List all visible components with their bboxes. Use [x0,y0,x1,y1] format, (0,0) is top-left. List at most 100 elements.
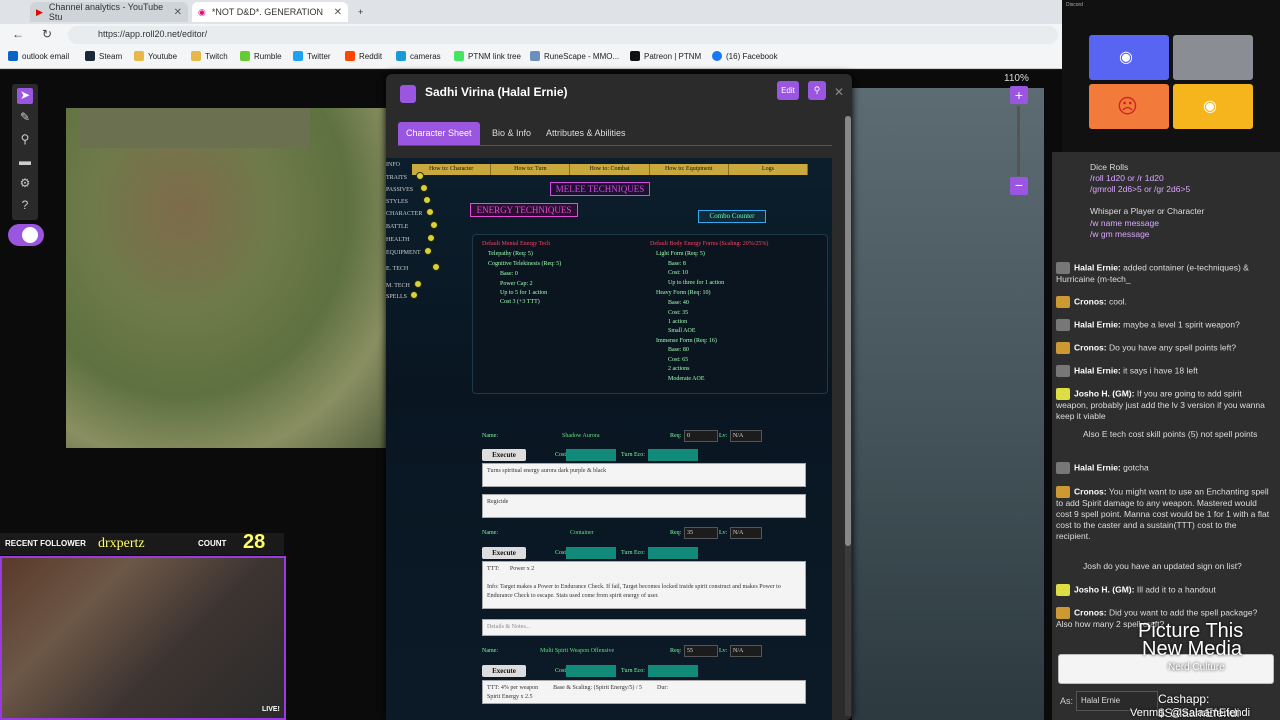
technique-actions: Execute Cost Turn Eco: [482,449,732,461]
technique-actions: Execute Cost Turn Eco: [482,547,732,559]
bookmark-twitter[interactable]: Twitter [293,51,331,61]
technique-description[interactable]: TTT: Power x 2 Info: Target makes a Powe… [482,561,806,609]
passives-dot-icon [420,184,428,192]
side-character[interactable]: CHARACTER [386,211,422,217]
bookmarks-bar: outlook email Steam Youtube Twitch Rumbl… [0,47,1062,69]
tab-character-sheet[interactable]: Character Sheet [398,122,480,145]
bookmark-rumble[interactable]: Rumble [240,51,282,61]
avatar [1056,262,1070,274]
edit-button[interactable]: Edit [777,81,799,100]
bookmark-steam[interactable]: Steam [85,51,122,61]
cost-field[interactable] [566,547,616,559]
help-dice-cmd: /roll 1d20 or /r 1d20 [1090,173,1164,183]
new-tab-button[interactable]: + [352,2,372,22]
zoom-tool-icon[interactable]: ⚲ [17,132,33,148]
world-map[interactable] [66,108,396,448]
technique-name[interactable]: Container [570,530,594,536]
close-icon[interactable]: ✕ [834,85,844,99]
recent-follower-name: drxpertz [98,536,145,551]
nav-combat[interactable]: How to: Combat [570,164,650,175]
back-icon[interactable]: ← [12,27,24,41]
bookmark-cameras[interactable]: cameras [396,51,441,61]
discord-label: Discord [1066,2,1083,8]
browser-tab-analytics[interactable]: ▶ Channel analytics - YouTube Stu ✕ [30,2,188,22]
select-tool-icon[interactable]: ➤ [17,88,33,104]
side-battle[interactable]: BATTLE [386,224,408,230]
side-info[interactable]: INFO [386,162,400,168]
combo-counter-button[interactable]: Combo Counter [698,210,766,223]
bookmark-runescape[interactable]: RuneScape - MMO... [530,51,619,61]
side-spells[interactable]: SPELLS [386,294,407,300]
lv-select[interactable]: N/A [730,527,762,539]
tab-bio-info[interactable]: Bio & Info [484,122,539,145]
bookmark-reddit[interactable]: Reddit [345,51,382,61]
bookmark-outlook[interactable]: outlook email [8,51,69,61]
execute-button[interactable]: Execute [482,547,526,559]
cost-field[interactable] [566,665,616,677]
side-etech[interactable]: E. TECH [386,266,408,272]
close-tab-icon[interactable]: ✕ [174,7,182,18]
url-field[interactable]: https://app.roll20.net/editor/ [68,26,1058,44]
zoom-out-button[interactable]: − [1010,177,1028,195]
side-health[interactable]: HEALTH [386,237,409,243]
body-line: 2 actions [668,366,690,372]
search-icon[interactable]: ⚲ [808,81,826,100]
technique-notes[interactable]: Details & Notes... [482,619,806,636]
dialog-tabs: Character Sheet Bio & Info Attributes & … [398,122,832,146]
help-icon[interactable]: ? [17,198,33,214]
side-equipment[interactable]: EQUIPMENT [386,250,421,256]
body-line: 1 action [668,319,688,325]
nav-turn[interactable]: How to: Turn [491,164,571,175]
map-mountains [80,108,310,148]
technique-description[interactable]: TTT: 4% per weapon Base & Scaling: (Spir… [482,680,806,704]
bookmark-patreon[interactable]: Patreon | PTNM [630,51,701,61]
mental-line: Telepathy (Req: 5) [488,251,533,257]
nav-character[interactable]: How to: Character [412,164,492,175]
zoom-in-button[interactable]: + [1010,86,1028,104]
lv-select[interactable]: N/A [730,645,762,657]
side-passives[interactable]: PASSIVES [386,187,413,193]
count-value: 28 [243,531,266,553]
nav-equipment[interactable]: How to: Equipment [650,164,729,175]
bookmark-linktree[interactable]: PTNM link tree [454,51,521,61]
technique-description[interactable]: Turns spiritual energy aurora dark purpl… [482,463,806,487]
technique-notes[interactable]: Regicide [482,494,806,518]
tab-attributes[interactable]: Attributes & Abilities [538,122,634,145]
side-styles[interactable]: STYLES [386,199,408,205]
nav-logs[interactable]: Logs [729,164,809,175]
body-line: Up to three for 1 action [668,280,725,286]
character-icon [400,85,416,103]
technique-name[interactable]: Multi Spirit Weapon Offensive [540,648,614,654]
bookmark-facebook[interactable]: (16) Facebook [712,51,778,61]
measure-tool-icon[interactable]: ▬ [17,154,33,170]
side-mtech[interactable]: M. TECH [386,283,410,289]
gear-icon[interactable]: ⚙ [17,176,33,192]
execute-button[interactable]: Execute [482,665,526,677]
execute-button[interactable]: Execute [482,449,526,461]
technique-row: Name: Shadow Aurora Req: 0 Lv: N/A [482,430,812,444]
bookmark-twitch[interactable]: Twitch [191,51,228,61]
browser-tab-roll20[interactable]: ◉ *NOT D&D*. GENERATION ✕ [192,2,348,22]
close-tab-icon[interactable]: ✕ [334,7,342,18]
melee-techniques-heading[interactable]: MELEE TECHNIQUES [550,182,650,196]
technique-name[interactable]: Shadow Aurora [562,433,600,439]
req-select[interactable]: 0 [684,430,718,442]
cost-field[interactable] [566,449,616,461]
req-select[interactable]: 55 [684,645,718,657]
turn-eco-field[interactable] [648,547,698,559]
bookmark-youtube[interactable]: Youtube [134,51,177,61]
reload-icon[interactable]: ↻ [42,27,52,41]
dialog-scroll-thumb[interactable] [845,116,851,546]
energy-techniques-heading[interactable]: ENERGY TECHNIQUES [470,203,578,217]
draw-tool-icon[interactable]: ✎ [17,110,33,126]
side-traits[interactable]: TRAITS [386,175,407,181]
turn-eco-field[interactable] [648,665,698,677]
turn-eco-field[interactable] [648,449,698,461]
zoom-slider[interactable] [1017,106,1020,176]
chat-message: Halal Ernie: it says i have 18 left [1056,365,1272,377]
lv-select[interactable]: N/A [730,430,762,442]
req-select[interactable]: 35 [684,527,718,539]
battle-dot-icon [430,221,438,229]
watermark-line3: Nerd Culture [1168,662,1225,673]
etech-dot-icon [432,263,440,271]
